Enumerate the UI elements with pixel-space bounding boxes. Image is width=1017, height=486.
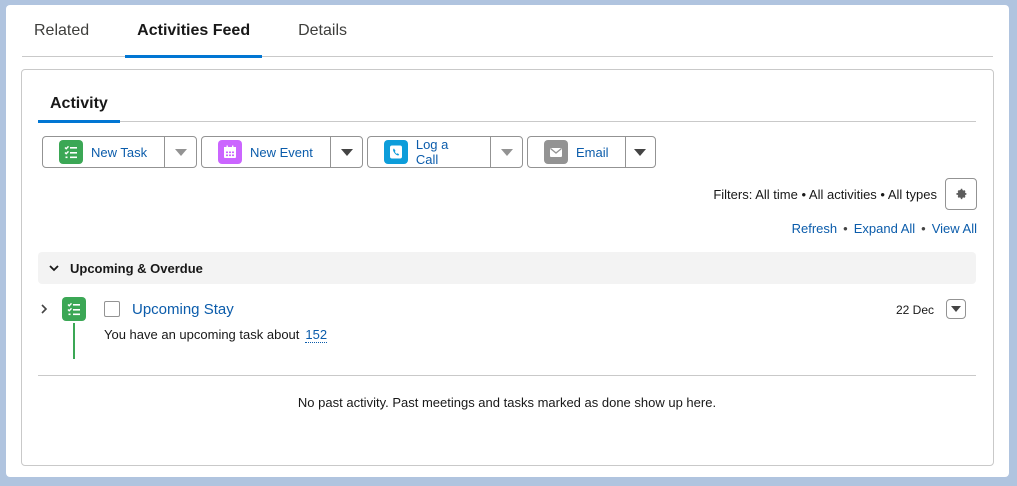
chevron-down-icon	[340, 148, 353, 156]
new-event-group: New Event	[201, 136, 363, 168]
record-tabs: Related Activities Feed Details	[22, 5, 993, 58]
task-date: 22 Dec	[895, 303, 934, 317]
tab-related[interactable]: Related	[22, 5, 101, 57]
separator-dot: •	[843, 221, 848, 236]
chevron-down-icon	[951, 306, 961, 312]
gear-icon	[956, 188, 967, 200]
email-group: Email	[527, 136, 656, 168]
filters-summary: Filters: All time • All activities • All…	[713, 187, 937, 202]
email-icon	[544, 140, 568, 164]
new-event-dropdown[interactable]	[330, 137, 362, 167]
expand-all-link[interactable]: Expand All	[854, 221, 915, 236]
activity-actions: New Task New Event Log a Call Email	[42, 136, 660, 168]
refresh-link[interactable]: Refresh	[792, 221, 838, 236]
new-task-label: New Task	[91, 144, 148, 160]
chevron-down-icon	[174, 148, 187, 156]
task-menu-button[interactable]	[946, 299, 966, 319]
upcoming-overdue-header[interactable]: Upcoming & Overdue	[38, 252, 976, 284]
task-icon	[62, 297, 86, 321]
email-button[interactable]: Email	[528, 137, 625, 167]
task-description: You have an upcoming task about 152	[104, 327, 328, 343]
chevron-down-icon	[48, 262, 60, 274]
tab-activities-feed[interactable]: Activities Feed	[125, 5, 263, 58]
new-task-group: New Task	[42, 136, 197, 168]
chevron-down-icon	[634, 148, 647, 156]
task-description-text: You have an upcoming task about	[104, 327, 300, 342]
log-call-label: Log a Call	[415, 137, 449, 167]
feed-links: Refresh • Expand All • View All	[792, 221, 977, 236]
record-tabs-card: Related Activities Feed Details Activity…	[6, 5, 1009, 477]
email-dropdown[interactable]	[624, 137, 655, 167]
separator-dot: •	[921, 221, 926, 236]
task-item: Upcoming Stay You have an upcoming task …	[38, 297, 976, 367]
task-complete-checkbox[interactable]	[104, 301, 120, 317]
view-all-link[interactable]: View All	[932, 221, 977, 236]
divider	[38, 375, 976, 376]
timeline-line	[73, 323, 75, 359]
new-task-button[interactable]: New Task	[43, 137, 164, 167]
calendar-icon	[218, 140, 242, 164]
email-label: Email	[576, 144, 609, 160]
log-call-dropdown[interactable]	[490, 137, 522, 167]
related-record-link[interactable]: 152	[305, 327, 328, 343]
activity-tabbar: Activity	[38, 86, 976, 123]
filter-settings-button[interactable]	[945, 178, 977, 210]
no-past-activity-message: No past activity. Past meetings and task…	[297, 395, 717, 410]
chevron-right-icon[interactable]	[38, 303, 50, 318]
task-icon	[59, 140, 83, 164]
tab-details[interactable]: Details	[286, 5, 359, 57]
phone-icon	[384, 140, 408, 164]
task-title-link[interactable]: Upcoming Stay	[132, 301, 234, 318]
new-event-button[interactable]: New Event	[202, 137, 330, 167]
activity-panel: Activity New Task New Event Log a Call E…	[21, 69, 994, 466]
chevron-down-icon	[500, 148, 513, 156]
log-call-button[interactable]: Log a Call	[368, 137, 490, 167]
tab-activity[interactable]: Activity	[38, 86, 120, 123]
new-task-dropdown[interactable]	[164, 137, 196, 167]
new-event-label: New Event	[250, 144, 313, 160]
log-call-group: Log a Call	[367, 136, 523, 168]
section-title: Upcoming & Overdue	[70, 260, 203, 276]
